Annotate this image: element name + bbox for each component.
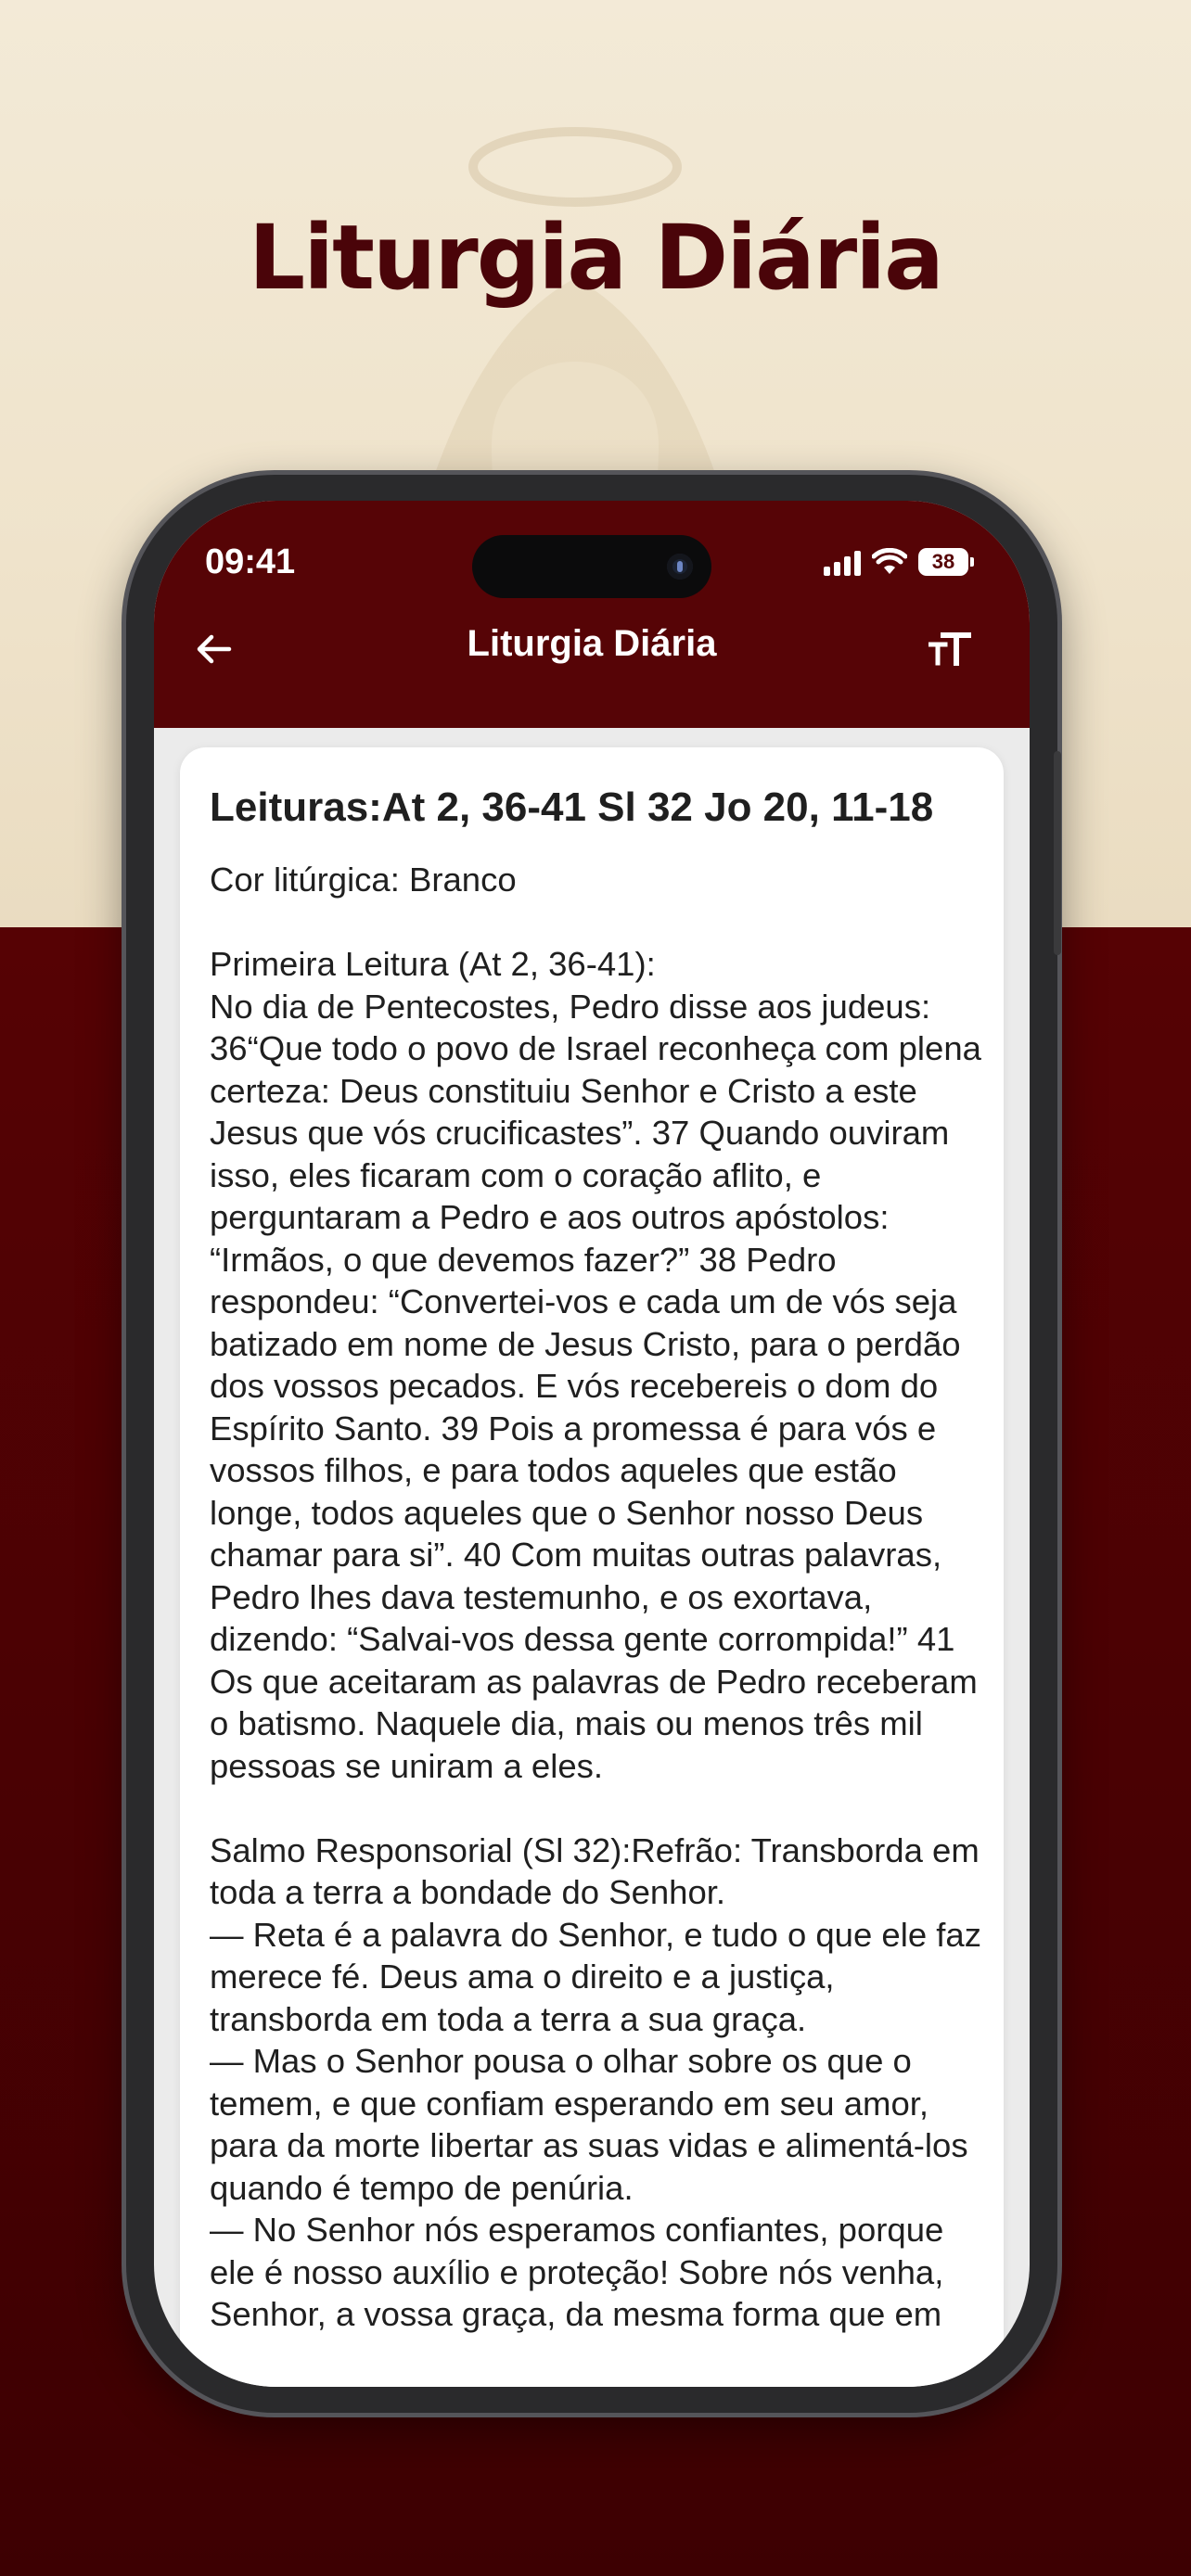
phone-side-button	[1054, 751, 1061, 955]
cellular-signal-icon	[824, 548, 861, 576]
promo-title: Liturgia Diária	[249, 206, 944, 310]
font-size-button[interactable]	[917, 617, 982, 682]
camera-icon	[667, 554, 693, 580]
dynamic-island	[472, 535, 711, 598]
status-time: 09:41	[205, 542, 296, 581]
readings-heading: Leituras:At 2, 36-41 Sl 32 Jo 20, 11-18	[210, 784, 934, 830]
status-icons: 38	[824, 545, 974, 579]
wifi-icon	[872, 548, 907, 574]
reading-text: Cor litúrgica: Branco Primeira Leitura (…	[210, 861, 981, 2333]
battery-icon: 38	[918, 548, 974, 576]
reading-card: Leituras:At 2, 36-41 Sl 32 Jo 20, 11-18 …	[180, 747, 1004, 2387]
app-bar-title: Liturgia Diária	[467, 623, 717, 664]
text-size-icon	[928, 632, 971, 666]
app-bar: 09:41 38 Liturgia Diária	[154, 501, 1030, 728]
phone-screen: 09:41 38 Liturgia Diária Leituras:At 2, …	[154, 501, 1030, 2387]
